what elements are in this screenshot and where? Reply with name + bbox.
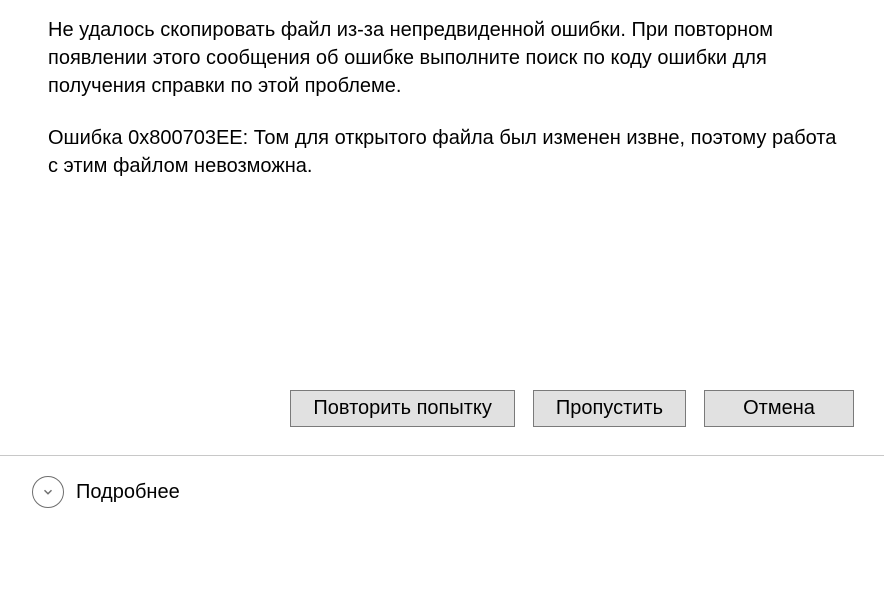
error-code-text: Ошибка 0x800703EE: Том для открытого фай…	[48, 124, 844, 180]
chevron-down-icon[interactable]	[32, 476, 64, 508]
error-message-text: Не удалось скопировать файл из-за непред…	[48, 16, 844, 100]
button-row: Повторить попытку Пропустить Отмена	[0, 390, 884, 427]
retry-button[interactable]: Повторить попытку	[290, 390, 514, 427]
cancel-button[interactable]: Отмена	[704, 390, 854, 427]
skip-button[interactable]: Пропустить	[533, 390, 686, 427]
details-label: Подробнее	[76, 481, 180, 504]
dialog-content: Не удалось скопировать файл из-за непред…	[0, 0, 884, 180]
details-toggle-row[interactable]: Подробнее	[0, 456, 884, 508]
